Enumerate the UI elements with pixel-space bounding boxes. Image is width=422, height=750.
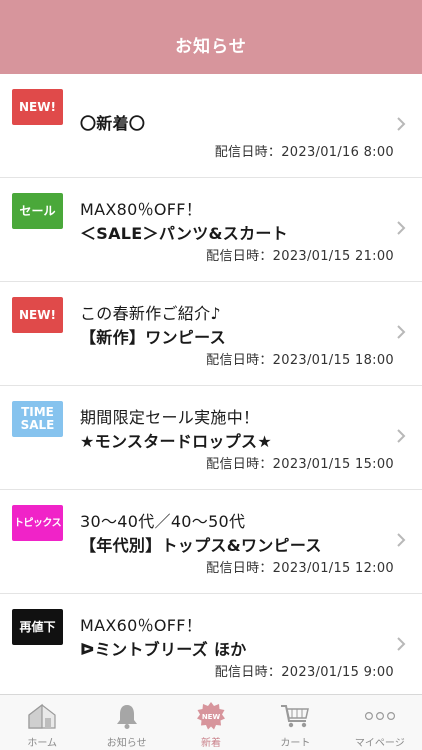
chevron-right-icon: [397, 117, 406, 131]
home-icon: [25, 701, 59, 731]
news-badge: TIME SALE: [12, 401, 63, 437]
new-badge-icon: NEW: [194, 701, 228, 731]
chevron-right-icon: [397, 221, 406, 235]
tab-label: ホーム: [27, 738, 58, 749]
news-subtitle: 30～40代／40～50代: [80, 512, 246, 531]
news-item[interactable]: セール MAX80％OFF！ ＜SALE＞パンツ&スカート 配信日時：2023/…: [0, 178, 422, 282]
chevron-right-icon: [397, 325, 406, 339]
news-date: 配信日時：2023/01/15 18:00: [206, 353, 394, 368]
news-title: 〇新着〇: [80, 114, 146, 133]
news-subtitle: MAX80％OFF！: [80, 200, 203, 219]
tab-cart[interactable]: カート: [253, 695, 337, 750]
news-badge: NEW!: [12, 297, 63, 333]
news-title: ᐅミントブリーズ ほか: [80, 640, 247, 659]
header-bar: お知らせ: [0, 0, 422, 74]
news-title: 【年代別】トップス&ワンピース: [80, 536, 322, 555]
news-title: 【新作】ワンピース: [80, 328, 226, 347]
news-date: 配信日時：2023/01/15 9:00: [214, 665, 394, 680]
bell-icon: [110, 701, 144, 731]
tab-label: カート: [280, 738, 311, 749]
news-badge: トピックス: [12, 505, 63, 541]
news-subtitle: 期間限定セール実施中！: [80, 408, 260, 427]
tab-mypage[interactable]: マイページ: [338, 695, 422, 750]
news-list: NEW! 〇新着〇 配信日時：2023/01/16 8:00 セール MAX80…: [0, 74, 422, 694]
chevron-right-icon: [397, 429, 406, 443]
news-title: ＜SALE＞パンツ&スカート: [80, 224, 288, 243]
new-badge-text: NEW: [202, 713, 221, 721]
page-title: お知らせ: [175, 37, 247, 57]
tab-label: マイページ: [354, 738, 405, 749]
news-date: 配信日時：2023/01/16 8:00: [214, 145, 394, 160]
news-badge: 再値下: [12, 609, 63, 645]
tab-new[interactable]: NEW 新着: [169, 695, 253, 750]
news-item[interactable]: 再値下 MAX60％OFF！ ᐅミントブリーズ ほか 配信日時：2023/01/…: [0, 594, 422, 694]
news-date: 配信日時：2023/01/15 15:00: [206, 457, 394, 472]
tab-bar: ホーム お知らせ NEW 新着 カート マイページ: [0, 694, 422, 750]
news-item[interactable]: NEW! 〇新着〇 配信日時：2023/01/16 8:00: [0, 74, 422, 178]
news-title: ★モンスタードロップス★: [80, 432, 272, 451]
tab-label: お知らせ: [106, 738, 147, 749]
news-item[interactable]: TIME SALE 期間限定セール実施中！ ★モンスタードロップス★ 配信日時：…: [0, 386, 422, 490]
news-item[interactable]: NEW! この春新作ご紹介♪ 【新作】ワンピース 配信日時：2023/01/15…: [0, 282, 422, 386]
chevron-right-icon: [397, 637, 406, 651]
more-dots-icon: [363, 701, 397, 731]
news-subtitle: この春新作ご紹介♪: [80, 304, 221, 323]
tab-label: 新着: [201, 738, 222, 749]
tab-home[interactable]: ホーム: [0, 695, 84, 750]
news-item[interactable]: トピックス 30～40代／40～50代 【年代別】トップス&ワンピース 配信日時…: [0, 490, 422, 594]
cart-icon: [278, 701, 312, 731]
chevron-right-icon: [397, 533, 406, 547]
news-date: 配信日時：2023/01/15 21:00: [206, 249, 394, 264]
news-badge: NEW!: [12, 89, 63, 125]
news-subtitle: MAX60％OFF！: [80, 616, 203, 635]
news-date: 配信日時：2023/01/15 12:00: [206, 561, 394, 576]
tab-notices[interactable]: お知らせ: [84, 695, 168, 750]
news-badge: セール: [12, 193, 63, 229]
